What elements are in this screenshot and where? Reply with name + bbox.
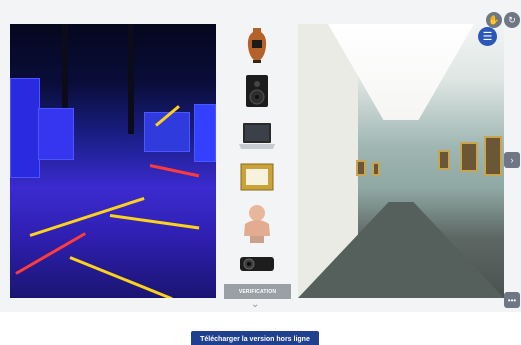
neon-line bbox=[149, 164, 200, 178]
hand-icon[interactable]: ✋ bbox=[486, 12, 502, 28]
classical-gallery-image[interactable] bbox=[298, 24, 504, 298]
download-offline-button[interactable]: Télécharger la version hors ligne bbox=[191, 331, 319, 345]
more-icon[interactable]: ••• bbox=[504, 292, 520, 308]
rotate-icon[interactable]: ↻ bbox=[504, 12, 520, 28]
menu-icon[interactable]: ☰ bbox=[478, 27, 497, 46]
laptop-icon[interactable] bbox=[238, 122, 276, 152]
chevron-right-icon[interactable]: › bbox=[504, 152, 520, 168]
painting bbox=[356, 160, 366, 176]
pillar bbox=[128, 24, 134, 134]
chevron-down-icon[interactable]: ⌄ bbox=[251, 299, 259, 310]
verification-button[interactable]: VERIFICATION bbox=[224, 284, 291, 299]
neon-line bbox=[109, 214, 200, 230]
projector-icon[interactable] bbox=[238, 252, 276, 274]
painting bbox=[460, 142, 478, 172]
projected-wall bbox=[10, 78, 40, 178]
speaker-icon[interactable] bbox=[245, 74, 269, 108]
immersive-exhibition-image[interactable] bbox=[10, 24, 216, 298]
activity-area: VERIFICATION ⌄ ✋ ↻ ☰ › ••• bbox=[0, 0, 521, 312]
projected-wall bbox=[38, 108, 74, 160]
bust-icon[interactable] bbox=[240, 202, 274, 244]
projected-wall bbox=[194, 104, 216, 162]
amphora-icon[interactable] bbox=[244, 26, 270, 64]
painting bbox=[438, 150, 450, 170]
painting bbox=[484, 136, 502, 176]
object-palette bbox=[222, 24, 292, 286]
neon-line bbox=[15, 232, 87, 275]
neon-line bbox=[69, 256, 173, 298]
picture-frame-icon[interactable] bbox=[240, 163, 274, 191]
painting bbox=[372, 162, 380, 176]
